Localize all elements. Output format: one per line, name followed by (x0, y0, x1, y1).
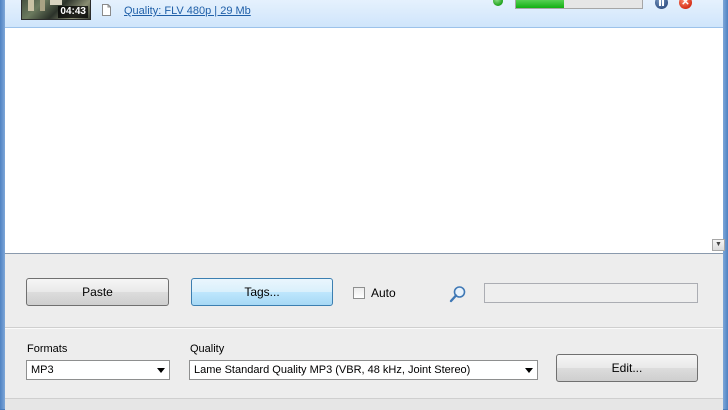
quality-label: Quality (190, 343, 225, 355)
quality-link[interactable]: Quality: FLV 480p | 29 Mb (124, 5, 251, 17)
download-list[interactable]: 04:43 Quality: FLV 480p | 29 Mb ✕ ▼ (5, 0, 725, 254)
status-indicator-icon (493, 0, 503, 6)
video-duration: 04:43 (58, 6, 88, 18)
file-icon (102, 4, 111, 16)
video-thumbnail[interactable]: 04:43 (21, 0, 91, 20)
pause-icon[interactable] (655, 0, 668, 9)
formats-label: Formats (27, 343, 68, 355)
cancel-download-icon[interactable]: ✕ (679, 0, 692, 9)
edit-button[interactable]: Edit... (556, 354, 698, 382)
download-progress-bar (515, 0, 643, 9)
quality-select-value: Lame Standard Quality MP3 (VBR, 48 kHz, … (194, 364, 471, 376)
format-select-value: MP3 (31, 364, 54, 376)
auto-checkbox[interactable] (353, 287, 365, 299)
download-item[interactable]: 04:43 Quality: FLV 480p | 29 Mb ✕ (5, 0, 723, 28)
auto-label: Auto (371, 286, 396, 300)
app-window: 04:43 Quality: FLV 480p | 29 Mb ✕ ▼ Past… (0, 0, 728, 410)
status-strip (5, 398, 723, 410)
progress-fill (516, 0, 564, 8)
scroll-down-arrow-icon[interactable]: ▼ (712, 239, 725, 251)
search-icon[interactable] (449, 285, 467, 303)
chevron-down-icon (525, 368, 533, 373)
search-input[interactable] (484, 283, 698, 303)
quality-select[interactable]: Lame Standard Quality MP3 (VBR, 48 kHz, … (189, 360, 538, 380)
chevron-down-icon (157, 368, 165, 373)
tags-button[interactable]: Tags... (191, 278, 333, 306)
format-select[interactable]: MP3 (26, 360, 170, 380)
section-divider (5, 327, 723, 329)
window-frame-right (723, 0, 728, 409)
paste-button[interactable]: Paste (26, 278, 169, 306)
